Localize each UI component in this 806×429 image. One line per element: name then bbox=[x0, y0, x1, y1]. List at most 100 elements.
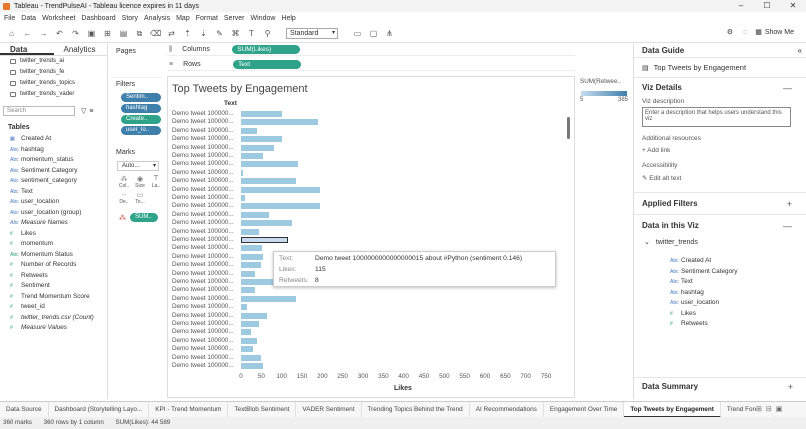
sheet-tab[interactable]: KPI - Trend Momentum bbox=[149, 402, 229, 417]
save-icon[interactable]: ▣ bbox=[86, 28, 97, 39]
bar[interactable] bbox=[241, 295, 296, 302]
bar[interactable] bbox=[241, 329, 252, 336]
bar[interactable] bbox=[241, 262, 262, 269]
bar[interactable] bbox=[241, 237, 288, 243]
menu-window[interactable]: Window bbox=[251, 15, 276, 22]
field-item[interactable]: Abc Text bbox=[634, 277, 806, 288]
bar[interactable] bbox=[241, 186, 321, 193]
add-link-button[interactable]: + Add link bbox=[634, 147, 806, 154]
sort-desc-icon[interactable]: ⇣ bbox=[198, 28, 209, 39]
sheet-tab[interactable]: Data Source bbox=[0, 402, 49, 417]
bar[interactable] bbox=[241, 203, 321, 210]
field-item[interactable]: Abc Measure Names bbox=[0, 218, 107, 229]
field-item[interactable]: Abc user_location bbox=[0, 197, 107, 208]
row-label[interactable]: Demo tweet 100000... bbox=[172, 345, 234, 352]
menu-analysis[interactable]: Analysis bbox=[144, 15, 170, 22]
bar[interactable] bbox=[241, 253, 264, 260]
row-label[interactable]: Demo tweet 100000... bbox=[172, 354, 234, 361]
bar[interactable] bbox=[241, 337, 258, 344]
rows-shelf[interactable]: ≡ Rows Text bbox=[167, 59, 575, 71]
duplicate-icon[interactable]: ⧉ bbox=[134, 28, 145, 39]
filter-pill[interactable]: Sentim.. bbox=[121, 93, 161, 102]
bar[interactable] bbox=[241, 354, 262, 361]
bar[interactable] bbox=[241, 346, 254, 353]
bar[interactable] bbox=[241, 220, 292, 227]
row-label[interactable]: Demo tweet 100000... bbox=[172, 253, 234, 260]
minimize-icon[interactable]: – bbox=[728, 0, 754, 12]
new-sheet-tab-icon[interactable]: ⊞ bbox=[756, 405, 762, 413]
edit-alt-text-button[interactable]: ✎ Edit alt text bbox=[634, 174, 806, 182]
row-label[interactable]: Demo tweet 100000... bbox=[172, 362, 234, 369]
share-icon[interactable]: ⋔ bbox=[384, 28, 395, 39]
row-label[interactable]: Demo tweet 100000... bbox=[172, 144, 234, 151]
sheet-tab[interactable]: TextBlob Sentiment bbox=[228, 402, 297, 417]
data-tab[interactable]: Data bbox=[0, 44, 54, 55]
bar[interactable] bbox=[241, 304, 248, 311]
menu-data[interactable]: Data bbox=[21, 15, 36, 22]
new-datasource-icon[interactable]: ⊞ bbox=[102, 28, 113, 39]
sheet-tab[interactable]: Trending Topics Behind the Trend bbox=[362, 402, 470, 417]
maximize-icon[interactable]: ☐ bbox=[754, 0, 780, 12]
field-item[interactable]: # Trend Momentum Score bbox=[0, 292, 107, 303]
field-item[interactable]: # Retweets bbox=[0, 271, 107, 282]
row-label[interactable]: Demo tweet 100000... bbox=[172, 312, 234, 319]
sheet-tab[interactable]: Top Tweets by Engagement bbox=[624, 402, 721, 417]
sheet-tab[interactable]: VADER Sentiment bbox=[296, 402, 362, 417]
row-label[interactable]: Demo tweet 100000... bbox=[172, 211, 234, 218]
menu-dashboard[interactable]: Dashboard bbox=[81, 15, 115, 22]
tooltip-button[interactable]: ▭ To... bbox=[133, 191, 147, 205]
applied-filters-expand-icon[interactable]: + bbox=[787, 193, 792, 215]
row-label[interactable]: Demo tweet 100000... bbox=[172, 328, 234, 335]
bar[interactable] bbox=[241, 119, 319, 126]
row-label[interactable]: Demo tweet 100000... bbox=[172, 270, 234, 277]
row-label[interactable]: Demo tweet 100000... bbox=[172, 295, 234, 302]
row-label[interactable]: Demo tweet 100000... bbox=[172, 228, 234, 235]
data-source-item[interactable]: twitter_trends_fe bbox=[0, 67, 107, 78]
row-label[interactable]: Demo tweet 100000... bbox=[172, 303, 234, 310]
bar[interactable] bbox=[241, 153, 264, 159]
color-button[interactable]: ⁂ Col.. bbox=[117, 175, 131, 189]
detail-button[interactable]: ⁘ De.. bbox=[117, 191, 131, 205]
bar[interactable] bbox=[241, 195, 246, 201]
marks-sum-pill[interactable]: SUM.. bbox=[130, 213, 158, 222]
forward-icon[interactable]: → bbox=[38, 28, 49, 39]
field-item[interactable]: # twitter_trends.csv (Count) bbox=[0, 313, 107, 324]
sort-asc-icon[interactable]: ⇡ bbox=[182, 28, 193, 39]
list-view-icon[interactable]: ≡ bbox=[89, 108, 93, 115]
field-item[interactable]: Abc Text bbox=[0, 187, 107, 198]
row-label[interactable]: Demo tweet 100000... bbox=[172, 177, 234, 184]
bar[interactable] bbox=[241, 144, 274, 151]
menu-worksheet[interactable]: Worksheet bbox=[42, 15, 75, 22]
label-button[interactable]: T La.. bbox=[149, 175, 163, 189]
labels-icon[interactable]: T bbox=[246, 28, 257, 39]
bar[interactable] bbox=[241, 161, 298, 168]
collapse-icon[interactable]: « bbox=[798, 44, 802, 58]
show-me-button[interactable]: ⚙ ◌ ▦ Show Me bbox=[727, 28, 794, 37]
row-label[interactable]: Demo tweet 100000... bbox=[172, 261, 234, 268]
sheet-tab[interactable]: AI Recommendations bbox=[470, 402, 544, 417]
rows-pill[interactable]: Text bbox=[233, 60, 302, 69]
undo-icon[interactable]: ↶ bbox=[54, 28, 65, 39]
viz-description-input[interactable]: Enter a description that helps users und… bbox=[642, 107, 791, 127]
row-label[interactable]: Demo tweet 100000... bbox=[172, 160, 234, 167]
close-icon[interactable]: ✕ bbox=[780, 0, 806, 12]
row-label[interactable]: Demo tweet 100000... bbox=[172, 320, 234, 327]
group-icon[interactable]: ⌘ bbox=[230, 28, 241, 39]
filter-icon[interactable]: ▽ bbox=[81, 107, 86, 115]
filter-pill[interactable]: hashtag bbox=[121, 104, 161, 113]
field-item[interactable]: # momentum bbox=[0, 239, 107, 250]
sheet-tab[interactable]: Dashboard (Storytelling Layo... bbox=[49, 402, 150, 417]
lightbulb-icon[interactable]: ◌ bbox=[743, 29, 747, 36]
menu-format[interactable]: Format bbox=[196, 15, 218, 22]
color-legend[interactable]: SUM(Retwee.. 5 385 bbox=[580, 78, 630, 110]
filter-pill[interactable]: user_lo.. bbox=[121, 126, 161, 135]
filter-pill[interactable]: Create.. bbox=[121, 115, 161, 124]
field-item[interactable]: Abc Sentiment Category bbox=[0, 166, 107, 177]
bar[interactable] bbox=[241, 312, 268, 319]
bar[interactable] bbox=[241, 111, 282, 117]
field-item[interactable]: Abc momentum_status bbox=[0, 155, 107, 166]
field-item[interactable]: ▦ Created At bbox=[0, 134, 107, 145]
new-story-tab-icon[interactable]: ▣ bbox=[776, 405, 783, 413]
row-label[interactable]: Demo tweet 100000... bbox=[172, 244, 234, 251]
field-item[interactable]: # tweet_id bbox=[0, 302, 107, 313]
